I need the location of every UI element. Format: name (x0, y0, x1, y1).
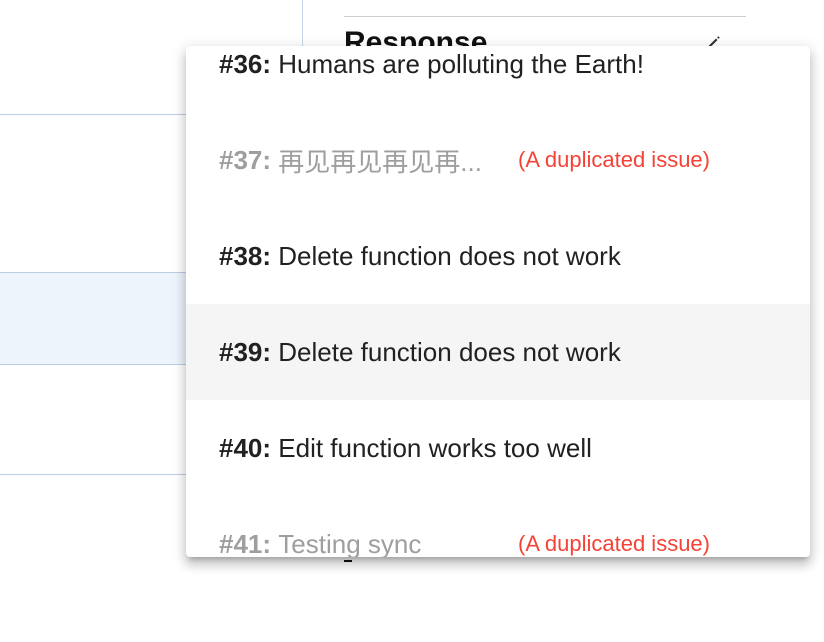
duplicate-label: (A duplicated issue) (518, 531, 710, 556)
issue-title: Delete function does not work (278, 240, 621, 271)
issue-title: Delete function does not work (278, 336, 621, 367)
issue-title: Edit function works too well (278, 432, 592, 463)
screen: Response #36: Humans are polluting the E… (0, 0, 824, 642)
issue-title: 再见再见再见再... (278, 146, 482, 177)
table-row-border (0, 114, 190, 115)
dash-text (344, 560, 352, 562)
issue-number: #39 (219, 336, 263, 367)
issue-number: #40 (219, 432, 263, 463)
issue-title: Testing sync (278, 528, 422, 558)
issue-option-41: #41: Testing sync (A duplicated issue) (186, 496, 810, 558)
issue-list: #36: Humans are polluting the Earth! #37… (186, 46, 810, 557)
duplicate-label: (A duplicated issue) (518, 147, 710, 172)
issue-number: #38 (219, 240, 263, 271)
table-row-border (0, 474, 190, 475)
issue-title: Humans are polluting the Earth! (278, 48, 644, 79)
issue-option-40[interactable]: #40: Edit function works too well (186, 400, 810, 496)
table-row-border (0, 364, 190, 365)
section-divider (344, 16, 746, 17)
panel-divider (302, 0, 303, 46)
issue-option-36[interactable]: #36: Humans are polluting the Earth! (186, 46, 810, 112)
issue-option-38[interactable]: #38: Delete function does not work (186, 208, 810, 304)
issue-number: #36 (219, 48, 263, 79)
table-row-selected[interactable] (0, 273, 190, 364)
issue-dropdown-menu[interactable]: #36: Humans are polluting the Earth! #37… (186, 46, 810, 557)
issue-option-37: #37: 再见再见再见再... (A duplicated issue) (186, 112, 810, 208)
issue-option-39[interactable]: #39: Delete function does not work (186, 304, 810, 400)
issue-number: #41 (219, 528, 263, 558)
issue-number: #37 (219, 144, 263, 175)
